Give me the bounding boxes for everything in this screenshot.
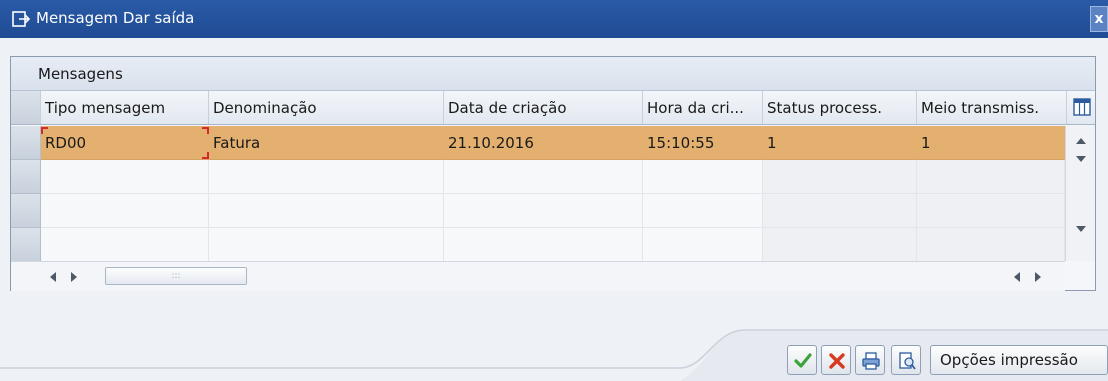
cancel-button[interactable] xyxy=(821,345,851,375)
scroll-up-icon[interactable] xyxy=(1076,138,1086,144)
horizontal-scrollbar[interactable]: ::: xyxy=(11,261,1065,291)
empty-cell[interactable] xyxy=(917,160,1065,194)
cell-denominacao[interactable]: Fatura xyxy=(209,126,444,160)
dialog-exit-icon xyxy=(12,10,31,28)
cancel-icon xyxy=(829,353,845,369)
column-header-hora-criacao[interactable]: Hora da cri... xyxy=(643,91,763,124)
empty-cell[interactable] xyxy=(643,194,763,228)
print-preview-icon xyxy=(899,352,916,370)
column-layout-icon[interactable] xyxy=(1073,98,1091,116)
column-header-tipo-mensagem[interactable]: Tipo mensagem xyxy=(41,91,209,124)
confirm-button[interactable] xyxy=(787,345,817,375)
column-header-meio-transmiss[interactable]: Meio transmiss. xyxy=(917,91,1067,124)
scroll-left-icon[interactable] xyxy=(1014,272,1020,282)
print-options-button[interactable]: Opções impressão xyxy=(930,345,1108,375)
empty-cell[interactable] xyxy=(41,160,209,194)
column-header-data-criacao[interactable]: Data de criação xyxy=(444,91,643,124)
vertical-scrollbar[interactable] xyxy=(1065,126,1095,261)
empty-cell[interactable] xyxy=(41,194,209,228)
table-row[interactable] xyxy=(11,228,1065,262)
scroll-thumb[interactable]: ::: xyxy=(105,267,247,285)
scroll-right-icon[interactable] xyxy=(1035,272,1041,282)
empty-cell[interactable] xyxy=(209,160,444,194)
empty-cell[interactable] xyxy=(763,194,917,228)
empty-cell[interactable] xyxy=(209,194,444,228)
empty-cell[interactable] xyxy=(643,228,763,262)
cell-hora-criacao[interactable]: 15:10:55 xyxy=(643,126,763,160)
column-header-status-process[interactable]: Status process. xyxy=(763,91,917,124)
table-row[interactable] xyxy=(11,194,1065,228)
scroll-right-icon[interactable] xyxy=(71,272,77,282)
empty-cell[interactable] xyxy=(444,194,643,228)
select-all-cell[interactable] xyxy=(11,91,41,124)
row-selector[interactable] xyxy=(11,194,41,228)
print-button[interactable] xyxy=(855,345,885,375)
row-selector[interactable] xyxy=(11,126,41,160)
scroll-page-down-icon[interactable] xyxy=(1076,156,1086,162)
empty-cell[interactable] xyxy=(917,194,1065,228)
table-row[interactable]: RD00 Fatura 21.10.2016 15:10:55 1 1 xyxy=(11,126,1065,160)
print-preview-button[interactable] xyxy=(891,345,921,375)
focus-marker xyxy=(41,127,48,134)
printer-icon xyxy=(862,352,880,370)
empty-cell[interactable] xyxy=(444,228,643,262)
empty-cell[interactable] xyxy=(763,228,917,262)
column-header-denominacao[interactable]: Denominação xyxy=(209,91,444,124)
close-window-button[interactable]: x xyxy=(1090,6,1108,32)
row-selector[interactable] xyxy=(11,228,41,262)
row-selector[interactable] xyxy=(11,160,41,194)
empty-cell[interactable] xyxy=(643,160,763,194)
empty-cell[interactable] xyxy=(763,160,917,194)
window-titlebar: Mensagem Dar saída x xyxy=(0,0,1108,38)
check-icon xyxy=(794,353,812,368)
messages-grid: Mensagens Tipo mensagem Denominação Data… xyxy=(10,56,1096,291)
table-row[interactable] xyxy=(11,160,1065,194)
cell-status-process[interactable]: 1 xyxy=(763,126,917,160)
scroll-down-icon[interactable] xyxy=(1076,226,1086,232)
empty-cell[interactable] xyxy=(917,228,1065,262)
empty-cell[interactable] xyxy=(444,160,643,194)
empty-cell[interactable] xyxy=(41,228,209,262)
empty-cell[interactable] xyxy=(209,228,444,262)
grid-title: Mensagens xyxy=(11,57,1095,91)
window-title: Mensagem Dar saída xyxy=(36,9,195,27)
scroll-left-icon[interactable] xyxy=(50,272,56,282)
focus-marker xyxy=(202,127,209,134)
cell-tipo-mensagem[interactable]: RD00 xyxy=(41,126,209,160)
cell-data-criacao[interactable]: 21.10.2016 xyxy=(444,126,643,160)
cell-meio-transmiss[interactable]: 1 xyxy=(917,126,1065,160)
grid-header-row: Tipo mensagem Denominação Data de criaçã… xyxy=(11,91,1095,125)
focus-marker xyxy=(202,152,209,159)
